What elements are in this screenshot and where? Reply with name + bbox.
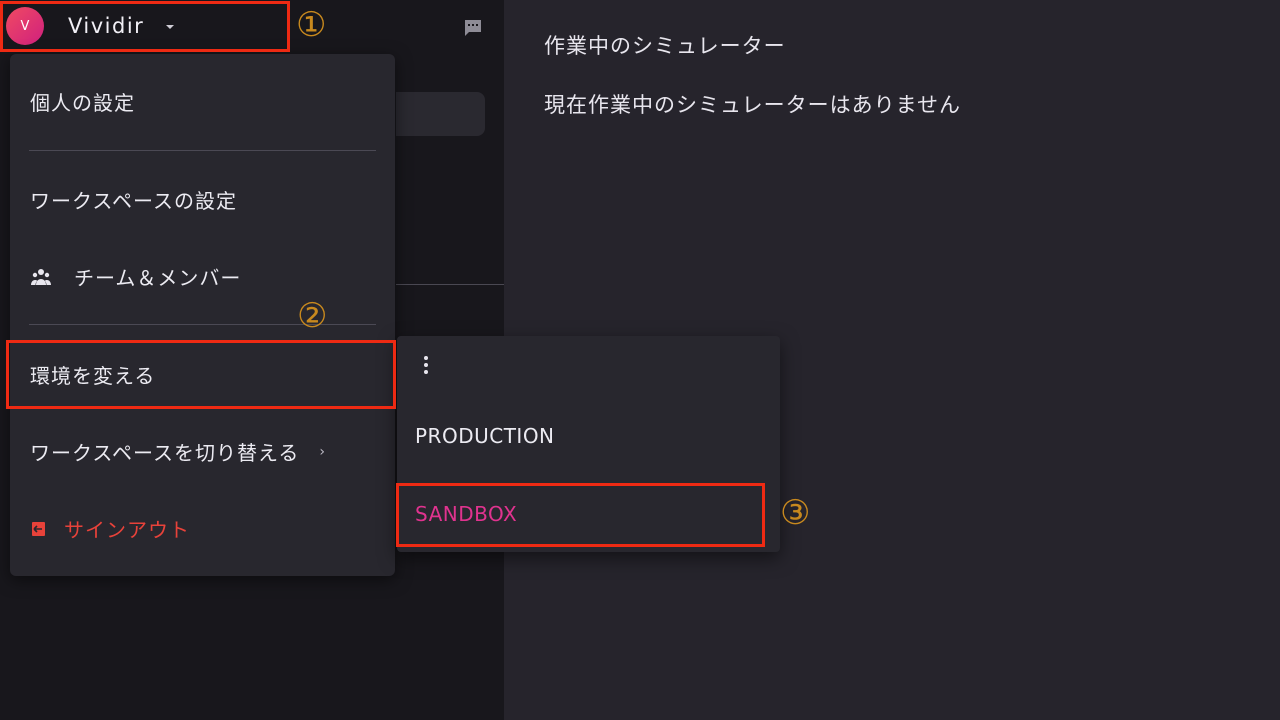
menu-item-sign-out[interactable]: サインアウト — [30, 514, 190, 543]
team-icon — [31, 268, 51, 285]
step-number: ① — [296, 5, 327, 45]
environment-option-sandbox[interactable]: SANDBOX — [415, 502, 517, 526]
menu-item-team-members[interactable]: チーム＆メンバー — [30, 262, 241, 291]
environment-option-production[interactable]: PRODUCTION — [415, 424, 555, 448]
team-members-label: チーム＆メンバー — [74, 266, 242, 290]
chevron-down-icon — [166, 25, 175, 29]
avatar: V — [6, 7, 44, 45]
empty-state-message: 現在作業中のシミュレーターはありません — [544, 93, 961, 117]
menu-item-change-environment[interactable]: 環境を変える — [30, 360, 155, 389]
search-field-background — [396, 92, 485, 136]
menu-item-workspace-settings[interactable]: ワークスペースの設定 — [30, 185, 237, 214]
divider — [396, 284, 504, 285]
switch-workspace-label: ワークスペースを切り替える — [30, 441, 300, 465]
chat-icon[interactable] — [462, 17, 484, 39]
step-number: ③ — [780, 493, 811, 533]
menu-item-switch-workspace[interactable]: ワークスペースを切り替える › — [30, 437, 326, 466]
workspace-name: Vividir — [68, 14, 145, 38]
signout-icon — [32, 521, 45, 536]
menu-item-personal-settings[interactable]: 個人の設定 — [30, 87, 135, 116]
step-number: ② — [297, 296, 328, 336]
environment-submenu: PRODUCTION SANDBOX — [397, 336, 780, 552]
workspace-switcher[interactable]: V Vividir — [6, 6, 280, 46]
workspace-menu: 個人の設定 ワークスペースの設定 チーム＆メンバー 環境を変える ワークスペース… — [10, 54, 395, 576]
kebab-icon[interactable] — [419, 354, 433, 376]
sign-out-label: サインアウト — [64, 518, 190, 542]
chevron-right-icon: › — [319, 443, 327, 460]
menu-divider — [29, 150, 376, 151]
page-title: 作業中のシミュレーター — [544, 34, 786, 58]
